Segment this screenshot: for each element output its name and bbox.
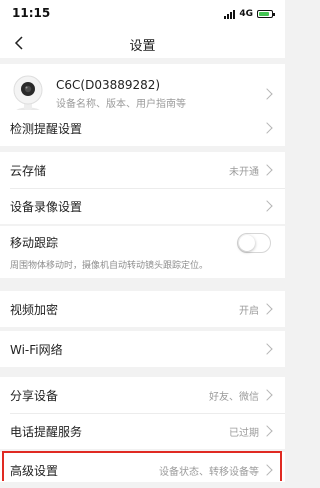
row-label: Wi-Fi网络 — [10, 342, 63, 357]
detection-settings-row[interactable]: 检测提醒设置 — [0, 110, 285, 146]
row-label: 移动跟踪 — [10, 236, 59, 250]
motion-tracking-hint: 周围物体移动时，摄像机自动转动镜头跟踪定位。 — [10, 261, 209, 271]
recording-settings-row[interactable]: 设备录像设置 — [0, 188, 285, 224]
row-label: 设备录像设置 — [10, 199, 83, 214]
motion-tracking-toggle[interactable] — [237, 232, 271, 253]
signal-icon — [224, 9, 236, 19]
battery-level — [259, 12, 269, 16]
row-value: 设备状态、转移设备等 — [159, 466, 259, 478]
row-label: 视频加密 — [10, 302, 59, 317]
row-label: 检测提醒设置 — [10, 121, 83, 136]
page-title: 设置 — [129, 39, 156, 54]
share-device-row[interactable]: 分享设备 好友、微信 — [0, 377, 285, 413]
service-group: 分享设备 好友、微信 电话提醒服务 已过期 — [0, 377, 285, 449]
wifi-group: Wi-Fi网络 — [0, 331, 285, 367]
status-time: 11:15 — [12, 6, 51, 20]
chevron-right-icon — [261, 464, 273, 476]
toggle-knob — [239, 234, 255, 251]
advanced-group: 高级设置 设备状态、转移设备等 — [0, 452, 285, 482]
battery-icon — [257, 10, 275, 18]
status-indicators: 4G — [224, 8, 275, 20]
phone-alert-row[interactable]: 电话提醒服务 已过期 — [0, 413, 285, 449]
row-label: 云存储 — [10, 163, 47, 178]
detection-group: 检测提醒设置 — [0, 110, 285, 146]
video-encryption-row[interactable]: 视频加密 开启 — [0, 291, 285, 327]
cloud-storage-row[interactable]: 云存储 未开通 — [0, 152, 285, 188]
chevron-right-icon — [261, 88, 273, 100]
row-value: 已过期 — [229, 427, 259, 439]
device-name: C6C(D03889282) — [56, 78, 161, 92]
chevron-right-icon — [261, 303, 273, 315]
chevron-right-icon — [261, 343, 273, 355]
chevron-right-icon — [261, 425, 273, 437]
wifi-network-row[interactable]: Wi-Fi网络 — [0, 331, 285, 367]
row-label: 电话提醒服务 — [10, 424, 83, 439]
chevron-right-icon — [261, 389, 273, 401]
advanced-settings-row[interactable]: 高级设置 设备状态、转移设备等 — [0, 452, 285, 488]
row-label: 分享设备 — [10, 388, 59, 403]
camera-icon — [10, 73, 46, 115]
chevron-right-icon — [261, 164, 273, 176]
network-type: 4G — [239, 9, 253, 19]
device-subtitle: 设备名称、版本、用户指南等 — [56, 99, 186, 110]
row-value: 开启 — [239, 305, 259, 317]
motion-tracking-row: 移动跟踪 — [0, 226, 285, 259]
row-value: 未开通 — [229, 166, 259, 178]
encryption-group: 视频加密 开启 — [0, 291, 285, 327]
status-bar: 11:15 4G — [0, 0, 285, 28]
storage-group: 云存储 未开通 设备录像设置 — [0, 152, 285, 224]
nav-bar: 设置 — [0, 28, 285, 58]
row-label: 高级设置 — [10, 463, 59, 478]
row-value: 好友、微信 — [209, 391, 259, 403]
chevron-right-icon — [261, 122, 273, 134]
chevron-right-icon — [261, 200, 273, 212]
